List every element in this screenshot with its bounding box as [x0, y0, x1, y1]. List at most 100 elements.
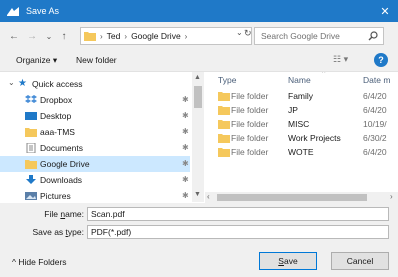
file-name: JP — [288, 105, 298, 115]
desktop-icon — [25, 111, 37, 121]
folder-icon — [218, 119, 231, 129]
table-row[interactable]: File folder WOTE 6/4/20 — [205, 146, 398, 159]
column-header-name[interactable]: Name — [288, 75, 311, 85]
table-row[interactable]: File folder JP 6/4/20 — [205, 104, 398, 117]
scrollbar-thumb[interactable] — [194, 86, 202, 108]
file-date: 10/19/ — [363, 119, 387, 129]
toolbar: Organize ▾ New folder ☷ ▾ ? — [0, 50, 398, 72]
file-type: File folder — [231, 91, 269, 101]
sidebar-item-label: Google Drive — [40, 159, 90, 169]
table-row[interactable]: File folder Work Projects 6/30/2 — [205, 132, 398, 145]
recent-locations-dropdown-icon[interactable]: ⌄ — [43, 30, 55, 42]
file-date: 6/30/2 — [363, 133, 387, 143]
folder-icon — [25, 159, 37, 169]
sidebar-item-documents[interactable]: Documents ✱ — [0, 140, 190, 156]
save-as-type-select[interactable]: PDF(*.pdf) — [87, 225, 389, 239]
scroll-right-icon[interactable]: › — [390, 192, 393, 201]
breadcrumb-separator: › — [124, 31, 128, 41]
pin-icon[interactable]: ✱ — [182, 191, 189, 200]
navigation-pane: ⌄ ★ Quick access Dropbox ✱ Desktop ✱ aaa… — [0, 72, 197, 202]
sidebar-item-quick-access[interactable]: ⌄ ★ Quick access — [0, 76, 190, 92]
file-list-scrollbar[interactable]: ‹ › — [205, 192, 398, 203]
address-dropdown-icon[interactable]: ⌄ — [236, 28, 243, 37]
sidebar-item-label: aaa-TMS — [40, 127, 75, 137]
breadcrumb-ted[interactable]: Ted — [107, 31, 121, 41]
table-row[interactable]: File folder Family 6/4/20 — [205, 90, 398, 103]
save-fields: File name: Scan.pdf Save as type: PDF(*.… — [0, 203, 398, 245]
close-icon[interactable]: ✕ — [372, 0, 398, 22]
breadcrumb-separator[interactable]: › — [185, 32, 188, 41]
navigation-pane-scrollbar[interactable]: ▲ ▼ — [192, 72, 204, 202]
folder-icon — [218, 147, 231, 157]
scrollbar-thumb[interactable] — [217, 194, 367, 201]
table-row[interactable]: File folder MISC 10/19/ — [205, 118, 398, 131]
pin-icon[interactable]: ✱ — [182, 159, 189, 168]
address-bar[interactable]: › Ted › Google Drive › — [80, 27, 252, 45]
chevron-up-icon: ^ — [12, 257, 16, 267]
forward-arrow-icon[interactable]: → — [26, 30, 38, 42]
pin-icon[interactable]: ✱ — [182, 143, 189, 152]
file-date: 6/4/20 — [363, 147, 387, 157]
window-title: Save As — [26, 6, 60, 16]
save-as-type-label: Save as type: — [32, 227, 84, 237]
view-options-icon[interactable]: ☷ ▾ — [333, 54, 348, 65]
pin-icon[interactable]: ✱ — [182, 95, 189, 104]
file-type: File folder — [231, 147, 269, 157]
folder-icon — [218, 91, 231, 101]
hide-folders-label: Hide Folders — [18, 257, 67, 267]
pictures-icon — [25, 191, 37, 201]
scroll-down-icon[interactable]: ▼ — [194, 191, 201, 198]
new-folder-button[interactable]: New folder — [76, 55, 117, 65]
folder-icon — [25, 127, 37, 137]
column-header-type[interactable]: Type — [218, 75, 236, 85]
app-icon — [6, 5, 20, 17]
scroll-up-icon[interactable]: ▲ — [194, 74, 201, 81]
sidebar-item-dropbox[interactable]: Dropbox ✱ — [0, 92, 190, 108]
file-date: 6/4/20 — [363, 91, 387, 101]
up-arrow-icon[interactable]: ↑ — [58, 30, 70, 42]
sidebar-item-label: Pictures — [40, 191, 71, 201]
save-button[interactable]: Save — [259, 252, 317, 270]
cancel-button[interactable]: Cancel — [331, 252, 389, 270]
downloads-icon — [25, 175, 37, 185]
file-type: File folder — [231, 105, 269, 115]
sidebar-item-label: Documents — [40, 143, 83, 153]
file-name-field[interactable]: Scan.pdf — [87, 207, 389, 221]
scroll-left-icon[interactable]: ‹ — [207, 192, 210, 201]
chevron-down-icon[interactable]: ⌄ — [8, 78, 15, 87]
sidebar-item-desktop[interactable]: Desktop ✱ — [0, 108, 190, 124]
file-list: Type Name ^ Date m File folder Family 6/… — [205, 72, 398, 194]
organize-button[interactable]: Organize ▾ — [16, 55, 57, 66]
file-date: 6/4/20 — [363, 105, 387, 115]
star-icon: ★ — [18, 78, 27, 89]
breadcrumb-separator: › — [100, 31, 103, 41]
refresh-icon[interactable]: ↻ — [244, 28, 252, 39]
search-input[interactable]: Search Google Drive — [254, 27, 384, 45]
search-placeholder: Search Google Drive — [261, 31, 340, 41]
column-header-date[interactable]: Date m — [363, 75, 390, 85]
pin-icon[interactable]: ✱ — [182, 175, 189, 184]
help-icon[interactable]: ? — [374, 53, 388, 67]
pin-icon[interactable]: ✱ — [182, 127, 189, 136]
navigation-bar: ← → ⌄ ↑ › Ted › Google Drive › ⌄ ↻ Searc… — [0, 22, 398, 50]
sidebar-item-google-drive[interactable]: Google Drive ✱ — [0, 156, 190, 172]
sidebar-item-aaa-tms[interactable]: aaa-TMS ✱ — [0, 124, 190, 140]
folder-icon — [218, 105, 231, 115]
file-name-label: File name: — [44, 209, 84, 219]
hide-folders-button[interactable]: ^ Hide Folders — [12, 257, 67, 267]
file-type: File folder — [231, 133, 269, 143]
breadcrumb-google-drive[interactable]: Google Drive — [131, 31, 181, 41]
file-name: MISC — [288, 119, 310, 129]
file-type: File folder — [231, 119, 269, 129]
title-bar: Save As ✕ — [0, 0, 398, 22]
pin-icon[interactable]: ✱ — [182, 111, 189, 120]
file-name: Work Projects — [288, 133, 341, 143]
back-arrow-icon[interactable]: ← — [8, 30, 20, 42]
dropbox-icon — [25, 95, 37, 105]
sidebar-item-downloads[interactable]: Downloads ✱ — [0, 172, 190, 188]
folder-icon — [218, 133, 231, 143]
sidebar-item-label: Downloads — [40, 175, 83, 185]
sidebar-item-pictures[interactable]: Pictures ✱ — [0, 188, 190, 202]
documents-icon — [25, 142, 37, 154]
sidebar-item-label: Desktop — [40, 111, 72, 121]
